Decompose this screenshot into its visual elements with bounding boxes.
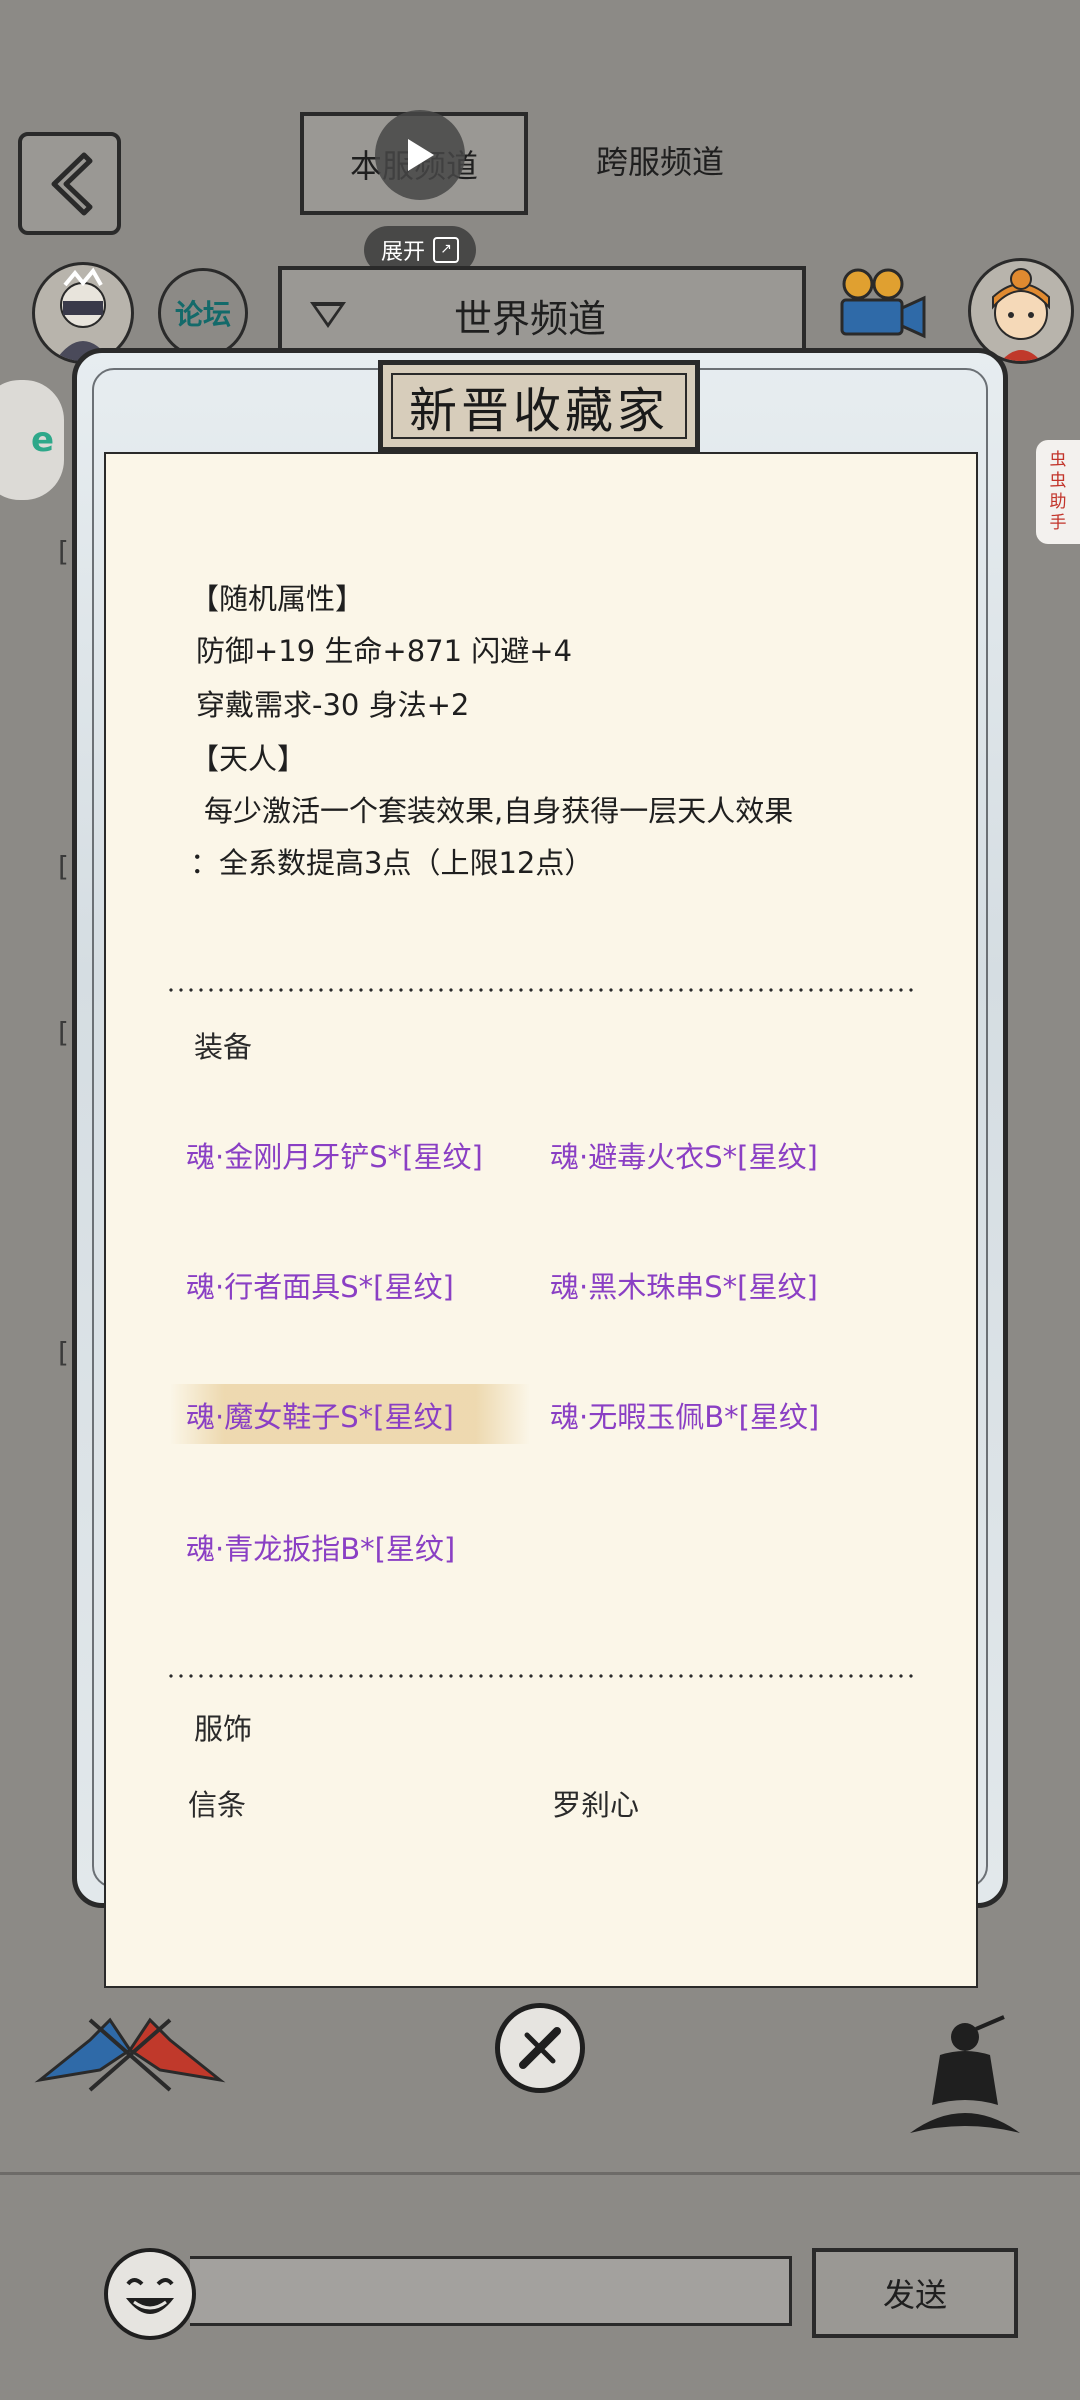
bracket-mark: [ xyxy=(58,850,69,883)
meditate-button[interactable] xyxy=(900,2015,1030,2145)
attribute-line: 穿戴需求-30 身法+2 xyxy=(196,688,470,722)
laughing-face-icon xyxy=(126,2278,174,2314)
close-icon xyxy=(519,2027,561,2069)
bracket-mark: [ xyxy=(58,535,69,568)
expand-icon: ↗ xyxy=(433,237,459,263)
play-button[interactable] xyxy=(375,110,465,200)
attribute-line: 防御+19 生命+871 闪避+4 xyxy=(196,634,573,668)
attribute-line: 每少激活一个套装效果,自身获得一层天人效果 xyxy=(204,794,794,828)
back-arrow-icon xyxy=(51,152,92,215)
app-logo-icon: e xyxy=(30,420,54,460)
channel-label: 世界频道 xyxy=(454,296,607,341)
meditating-figure-icon xyxy=(910,2015,1020,2133)
dotted-divider xyxy=(166,988,914,992)
camera-button[interactable] xyxy=(830,268,930,348)
ninja-avatar-icon xyxy=(55,267,111,361)
equipment-item[interactable]: 魂·黑木珠串S*[星纹] xyxy=(550,1264,818,1306)
send-button[interactable]: 发送 xyxy=(812,2248,1018,2338)
chat-input[interactable] xyxy=(190,2256,792,2326)
bracket-mark: [ xyxy=(58,1016,69,1049)
close-dialog-button[interactable] xyxy=(495,2003,585,2093)
dialog-title: 新晋收藏家 xyxy=(378,360,700,452)
bottom-divider xyxy=(0,2172,1080,2175)
equipment-section-title: 装备 xyxy=(194,1030,253,1064)
attribute-line: ：全系数提高3点（上限12点） xyxy=(190,846,594,880)
equipment-item[interactable]: 魂·无暇玉佩B*[星纹] xyxy=(550,1394,819,1436)
forum-button[interactable]: 论坛 xyxy=(158,268,248,358)
movie-camera-icon xyxy=(840,268,926,339)
play-icon xyxy=(408,139,434,171)
dotted-divider xyxy=(166,1674,914,1678)
dress-section-title: 服饰 xyxy=(194,1712,253,1746)
floating-app-badge[interactable]: e xyxy=(0,380,64,500)
equipment-item[interactable]: 魂·金刚月牙铲S*[星纹] xyxy=(186,1134,483,1176)
equipment-item[interactable]: 魂·青龙扳指B*[星纹] xyxy=(186,1526,455,1568)
expand-label: 展开 xyxy=(380,240,425,265)
equipment-item[interactable]: 魂·魔女鞋子S*[星纹] xyxy=(186,1394,454,1436)
girl-avatar-icon xyxy=(992,268,1050,361)
emoji-button[interactable] xyxy=(104,2248,196,2340)
tab-cross-server[interactable]: 跨服频道 xyxy=(560,112,760,207)
dress-item[interactable]: 信条 xyxy=(188,1782,246,1824)
equipment-item[interactable]: 魂·避毒火衣S*[星纹] xyxy=(550,1134,818,1176)
attribute-line: 【天人】 xyxy=(190,742,307,776)
crossed-fighters-icon xyxy=(34,2017,226,2092)
equipment-item[interactable]: 魂·行者面具S*[星纹] xyxy=(186,1264,454,1306)
pvp-battle-button[interactable] xyxy=(30,2000,230,2100)
bracket-mark: [ xyxy=(58,1336,69,1369)
back-button[interactable] xyxy=(18,132,121,235)
dress-item[interactable]: 罗刹心 xyxy=(552,1782,639,1824)
helper-side-tab[interactable]: 虫虫助手 xyxy=(1036,440,1080,544)
dropdown-triangle-icon xyxy=(310,302,346,328)
attribute-line: 【随机属性】 xyxy=(190,582,365,616)
helper-label: 虫虫助手 xyxy=(1049,450,1067,533)
